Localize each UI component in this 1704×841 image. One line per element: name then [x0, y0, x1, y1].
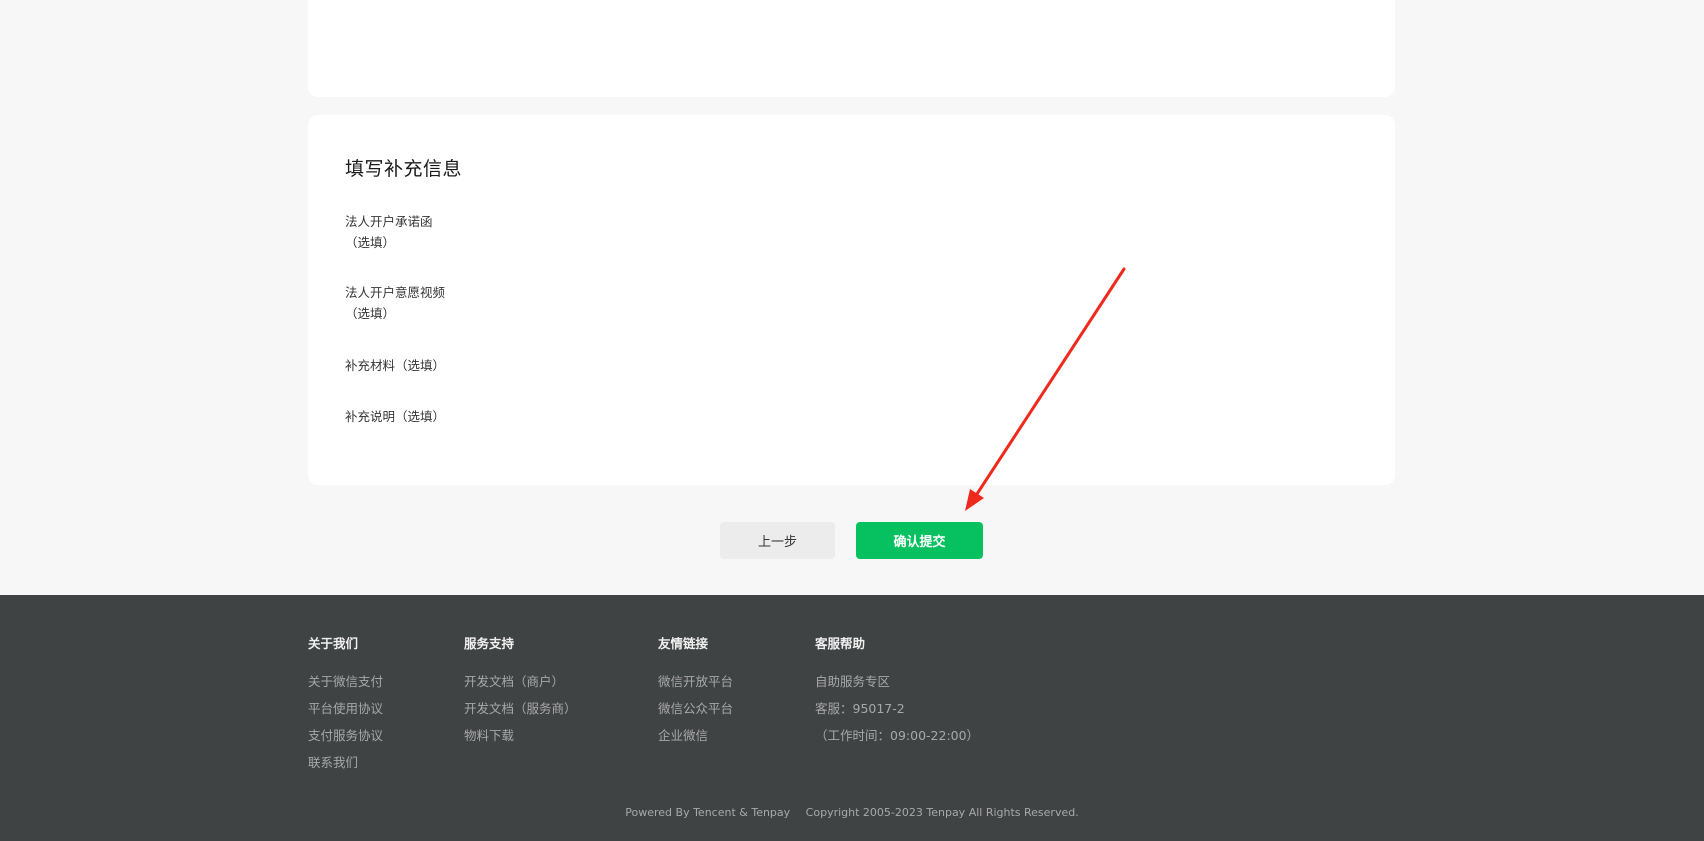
working-hours: （工作时间：09:00-22:00） [815, 728, 980, 743]
copyright-text: Copyright 2005-2023 Tenpay All Rights Re… [805, 806, 1079, 819]
footer-heading: 客服帮助 [815, 636, 866, 651]
footer: 关于我们 关于微信支付 平台使用协议 支付服务协议 联系我们 服务支持 开发文档… [0, 595, 1704, 841]
field-supplementary-description: 补充说明（选填） [345, 406, 445, 427]
field-optional-note: （选填） [345, 235, 396, 250]
field-legal-rep-commitment-letter: 法人开户承诺函 （选填） [345, 211, 433, 253]
copyright: Powered By Tencent & Tenpay Copyright 20… [0, 806, 1704, 819]
footer-link-payment-agreement[interactable]: 支付服务协议 [308, 722, 383, 749]
footer-link-about-wechat-pay[interactable]: 关于微信支付 [308, 668, 383, 695]
field-supplementary-materials: 补充材料（选填） [345, 355, 445, 376]
footer-link-material-download[interactable]: 物料下载 [464, 722, 577, 749]
footer-column-customer-help: 客服帮助 自助服务专区 客服：95017-2 （工作时间：09:00-22:00… [815, 636, 979, 749]
footer-heading: 友情链接 [658, 636, 709, 651]
footer-link-official-accounts[interactable]: 微信公众平台 [658, 695, 733, 722]
field-label: 补充材料（选填） [345, 358, 446, 373]
field-optional-note: （选填） [345, 306, 396, 321]
footer-link-wecom[interactable]: 企业微信 [658, 722, 733, 749]
footer-heading: 关于我们 [308, 636, 359, 651]
footer-link-self-service[interactable]: 自助服务专区 [815, 668, 979, 695]
footer-link-platform-agreement[interactable]: 平台使用协议 [308, 695, 383, 722]
back-button[interactable]: 上一步 [720, 522, 835, 559]
footer-link-dev-docs-provider[interactable]: 开发文档（服务商） [464, 695, 577, 722]
powered-by-text: Powered By Tencent & Tenpay [625, 806, 791, 819]
footer-link-dev-docs-merchant[interactable]: 开发文档（商户） [464, 668, 577, 695]
confirm-submit-button[interactable]: 确认提交 [856, 522, 983, 559]
field-legal-rep-intent-video: 法人开户意愿视频 （选填） [345, 282, 445, 324]
footer-column-friend-links: 友情链接 微信开放平台 微信公众平台 企业微信 [658, 636, 733, 749]
footer-column-support: 服务支持 开发文档（商户） 开发文档（服务商） 物料下载 [464, 636, 577, 749]
arrow-head [965, 489, 984, 511]
field-label: 法人开户意愿视频 [345, 285, 446, 300]
field-label: 补充说明（选填） [345, 409, 446, 424]
footer-column-about: 关于我们 关于微信支付 平台使用协议 支付服务协议 联系我们 [308, 636, 383, 776]
previous-section-card [308, 0, 1395, 97]
customer-service-phone: 客服：95017-2 [815, 701, 905, 716]
field-label: 法人开户承诺函 [345, 214, 433, 229]
footer-link-open-platform[interactable]: 微信开放平台 [658, 668, 733, 695]
footer-link-contact-us[interactable]: 联系我们 [308, 749, 383, 776]
page: 填写补充信息 法人开户承诺函 （选填） 法人开户意愿视频 （选填） 补充材料（选… [0, 0, 1704, 841]
section-title: 填写补充信息 [345, 158, 463, 180]
supplementary-info-card: 填写补充信息 法人开户承诺函 （选填） 法人开户意愿视频 （选填） 补充材料（选… [308, 115, 1395, 485]
footer-heading: 服务支持 [464, 636, 515, 651]
